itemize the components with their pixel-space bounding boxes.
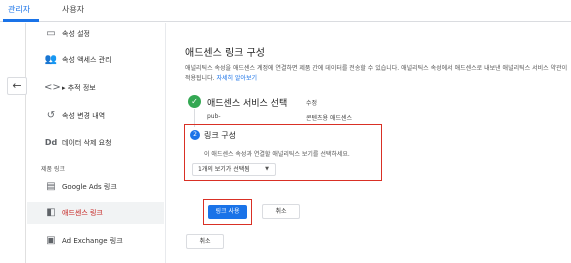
sidebar-item-change-history[interactable]: ↺ 속성 변경 내역 [27,105,164,127]
sidebar-item-ad-exchange[interactable]: ▣ Ad Exchange 링크 [27,230,164,252]
sidebar-item-label: 속성 변경 내역 [62,112,106,120]
step1-edit-link[interactable]: 수정 [306,98,317,107]
link-button-highlight: 링크 사용 [203,199,252,225]
ads-icon: ▤ [46,181,56,192]
document-icon: ▭ [46,28,56,39]
sidebar-item-label: Google Ads 링크 [62,183,117,191]
sidebar-item-tracking-info[interactable]: <> ▸ 추적 정보 [27,77,164,99]
code-icon: <> [44,82,61,93]
sidebar-item-label: 데이터 삭제 요청 [62,139,112,147]
step-number-badge: 2 [190,130,200,140]
dd-icon: Dd [44,138,58,147]
step1-title: 애드센스 서비스 선택 [207,99,288,109]
left-gutter [0,23,26,263]
property-sidebar: ▭ 속성 설정 👥 속성 액세스 관리 <> ▸ 추적 정보 ↺ 속성 변경 내… [27,23,164,263]
tab-admin[interactable]: 관리자 [8,4,30,15]
tab-user[interactable]: 사용자 [62,4,84,15]
step2-description: 이 애드센스 속성과 연결할 애널리틱스 보기를 선택하세요. [204,151,350,158]
history-icon: ↺ [46,110,56,121]
adsense-link-config-panel: 애드센스 링크 구성 애널리틱스 속성을 애드센스 계정에 연결하면 제품 간에… [165,23,571,263]
page-title: 애드센스 링크 구성 [185,48,265,59]
sidebar-item-label: 애드센스 링크 [62,209,103,217]
step2-title: 링크 구성 [204,131,236,140]
sidebar-item-property-access[interactable]: 👥 속성 액세스 관리 [27,49,164,71]
sidebar-item-label: 속성 액세스 관리 [62,56,112,64]
people-icon: 👥 [44,54,58,65]
step2-link-config: 2 링크 구성 이 애드센스 속성과 연결할 애널리틱스 보기를 선택하세요. … [184,124,382,181]
product-links-section-label: 제품 링크 [41,166,65,173]
cancel-button[interactable]: 취소 [262,204,300,219]
sidebar-item-label: Ad Exchange 링크 [62,237,123,245]
sidebar-item-label: 속성 설정 [62,30,90,38]
sidebar-item-data-deletion[interactable]: Dd 데이터 삭제 요청 [27,132,164,154]
publisher-id: pub- [207,113,221,120]
sidebar-item-property-settings[interactable]: ▭ 속성 설정 [27,23,164,45]
adsense-icon: ◧ [46,207,56,218]
active-tab-indicator [3,19,39,22]
sidebar-item-label: ▸ 추적 정보 [62,84,96,92]
adexchange-icon: ▣ [46,235,56,246]
learn-more-link[interactable]: 자세히 알아보기 [216,75,257,82]
back-arrow-icon[interactable]: ← [7,77,27,95]
caret-down-icon: ▼ [265,166,269,172]
check-icon: ✓ [188,95,201,108]
enable-link-button[interactable]: 링크 사용 [208,205,247,219]
admin-tabs: 관리자 사용자 [0,0,571,22]
adsense-service-value: 콘텐츠용 애드센스 [306,115,353,122]
sidebar-item-google-ads[interactable]: ▤ Google Ads 링크 [27,176,164,198]
view-select-dropdown[interactable]: 1개의 보기가 선택됨 ▼ [192,163,276,176]
sidebar-item-adsense[interactable]: ◧ 애드센스 링크 [27,202,164,224]
cancel-button-bottom[interactable]: 취소 [186,234,224,249]
view-select-label: 1개의 보기가 선택됨 [198,166,250,173]
page-description: 애널리틱스 속성을 애드센스 계정에 연결하면 제품 간에 데이터를 전송할 수… [185,64,571,84]
